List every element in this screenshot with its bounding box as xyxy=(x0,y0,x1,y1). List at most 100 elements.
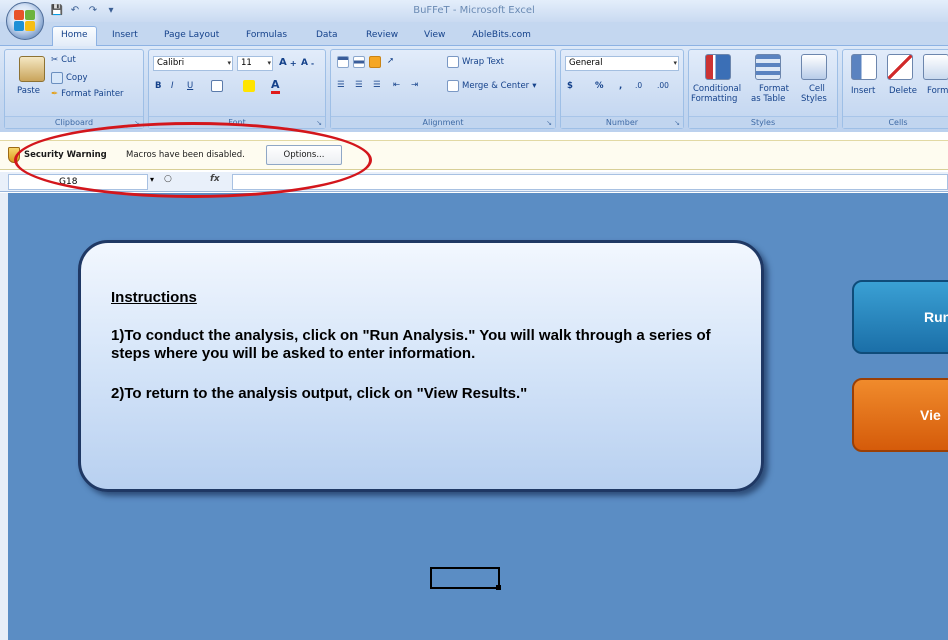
merge-center-label: Merge & Center xyxy=(462,81,530,91)
options-button[interactable]: Options... xyxy=(266,145,342,165)
currency-button[interactable]: $ xyxy=(567,81,573,91)
chevron-down-icon: ▾ xyxy=(227,59,231,67)
number-group: General ▾ $ % , .0 .00 Number ↘ xyxy=(560,49,684,129)
decrease-indent-button[interactable]: ⇤ xyxy=(393,80,400,90)
font-color-button[interactable]: A xyxy=(271,78,280,94)
format-painter-button[interactable]: ✒ Format Painter xyxy=(51,89,124,99)
run-analysis-button[interactable]: Run xyxy=(852,280,948,354)
merge-icon xyxy=(447,80,459,92)
fill-color-button[interactable] xyxy=(243,80,255,92)
cell-styles-label-2: Styles xyxy=(801,94,827,104)
clipboard-group-label: Clipboard xyxy=(5,116,143,128)
chevron-down-icon[interactable]: ▾ xyxy=(150,175,154,184)
fill-handle[interactable] xyxy=(496,585,501,590)
number-format-select[interactable]: General ▾ xyxy=(565,56,679,71)
instructions-step-2: 2)To return to the analysis output, clic… xyxy=(111,385,528,402)
instructions-panel: Instructions 1)To conduct the analysis, … xyxy=(78,240,764,492)
office-button[interactable] xyxy=(6,2,44,40)
increase-indent-button[interactable]: ⇥ xyxy=(411,80,418,90)
wrap-text-icon xyxy=(447,56,459,68)
insert-button[interactable]: Insert xyxy=(851,86,875,96)
tab-insert[interactable]: Insert xyxy=(112,27,138,46)
table-icon xyxy=(755,54,781,80)
italic-button[interactable]: I xyxy=(171,81,174,91)
format-painter-label: Format Painter xyxy=(61,89,124,99)
align-center-button[interactable]: ☰ xyxy=(355,80,363,90)
align-middle-icon xyxy=(353,56,365,68)
view-results-button[interactable]: Vie xyxy=(852,378,948,452)
bold-button[interactable]: B xyxy=(155,81,161,91)
tab-page-layout[interactable]: Page Layout xyxy=(164,27,219,46)
merge-center-button[interactable]: Merge & Center ▾ xyxy=(447,80,536,92)
security-warning-message: Macros have been disabled. xyxy=(126,150,245,160)
selected-cell[interactable] xyxy=(430,567,500,589)
tab-home[interactable]: Home xyxy=(52,26,97,47)
dialog-launcher-icon[interactable]: ↘ xyxy=(316,119,322,127)
format-table-label: Format xyxy=(759,84,789,94)
office-logo-icon xyxy=(14,10,36,32)
font-size-value: 11 xyxy=(241,58,252,68)
dialog-launcher-icon[interactable]: ↘ xyxy=(546,119,552,127)
conditional-formatting-label: Conditional xyxy=(693,84,742,94)
instructions-title: Instructions xyxy=(111,289,197,306)
orientation-button[interactable]: ➚ xyxy=(387,56,394,66)
formula-input[interactable] xyxy=(232,174,948,190)
grow-font-button[interactable]: A + xyxy=(279,57,297,68)
security-warning-bar: Security Warning Macros have been disabl… xyxy=(0,140,948,170)
cut-label: Cut xyxy=(61,55,76,65)
paste-icon[interactable] xyxy=(19,56,45,82)
underline-button[interactable]: U xyxy=(187,81,193,91)
dialog-launcher-icon[interactable]: ↘ xyxy=(674,119,680,127)
align-left-button[interactable]: ☰ xyxy=(337,80,345,90)
middle-align-button[interactable] xyxy=(353,56,365,68)
cancel-formula-icon[interactable]: ○ xyxy=(164,174,172,184)
comma-button[interactable]: , xyxy=(619,81,622,91)
alignment-group: ➚ ☰ ☰ ☰ ⇤ ⇥ Wrap Text Merge & Center ▾ Al… xyxy=(330,49,556,129)
paste-button[interactable]: Paste xyxy=(17,86,40,96)
align-top-icon xyxy=(337,56,349,68)
bottom-align-button[interactable] xyxy=(369,56,381,68)
dialog-launcher-icon[interactable]: ↘ xyxy=(134,119,140,127)
name-box[interactable]: G18 xyxy=(8,174,148,190)
font-name-select[interactable]: Calibri ▾ xyxy=(153,56,233,71)
styles-group: Conditional Formatting Format as Table C… xyxy=(688,49,838,129)
tab-review[interactable]: Review xyxy=(366,27,398,46)
tab-ablebits[interactable]: AbleBits.com xyxy=(472,27,531,46)
tab-formulas[interactable]: Formulas xyxy=(246,27,287,46)
clipboard-group: Paste ✂ Cut Copy ✒ Format Painter Clipboar… xyxy=(4,49,144,129)
formula-bar: G18 ▾ ○ fx xyxy=(0,172,948,192)
chevron-down-icon: ▾ xyxy=(267,59,271,67)
borders-icon xyxy=(211,80,223,92)
cut-button[interactable]: ✂ Cut xyxy=(51,55,76,65)
align-right-button[interactable]: ☰ xyxy=(373,80,381,90)
percent-button[interactable]: % xyxy=(595,81,604,91)
format-button[interactable]: Form xyxy=(927,86,948,96)
font-name-value: Calibri xyxy=(157,58,185,68)
font-group: Calibri ▾ 11 ▾ A + A- B I U A Font ↘ xyxy=(148,49,326,129)
borders-button[interactable] xyxy=(211,80,223,92)
copy-button[interactable]: Copy xyxy=(51,72,88,84)
insert-function-button[interactable]: fx xyxy=(210,174,220,184)
tab-view[interactable]: View xyxy=(424,27,445,46)
font-size-select[interactable]: 11 ▾ xyxy=(237,56,273,71)
instructions-step-1: 1)To conduct the analysis, click on "Run… xyxy=(111,327,711,362)
conditional-formatting-label-2: Formatting xyxy=(691,94,738,104)
cell-styles-label: Cell xyxy=(809,84,825,94)
security-warning-title: Security Warning xyxy=(24,150,107,160)
increase-decimal-button[interactable]: .0 xyxy=(635,81,642,90)
shrink-font-button[interactable]: A- xyxy=(301,58,314,68)
number-format-value: General xyxy=(569,58,603,68)
decrease-decimal-button[interactable]: .00 xyxy=(657,81,669,90)
delete-button[interactable]: Delete xyxy=(889,86,917,96)
format-table-label-2: as Table xyxy=(751,94,786,104)
window-title: BuFFeT - Microsoft Excel xyxy=(413,5,535,16)
top-align-button[interactable] xyxy=(337,56,349,68)
insert-cells-icon xyxy=(851,54,877,80)
align-left-icon: ☰ xyxy=(337,80,345,90)
font-group-label: Font xyxy=(149,116,325,128)
wrap-text-button[interactable]: Wrap Text xyxy=(447,56,504,68)
align-center-icon: ☰ xyxy=(355,80,363,90)
number-group-label: Number xyxy=(561,116,683,128)
tab-data[interactable]: Data xyxy=(316,27,338,46)
scissors-icon: ✂ xyxy=(51,55,59,65)
